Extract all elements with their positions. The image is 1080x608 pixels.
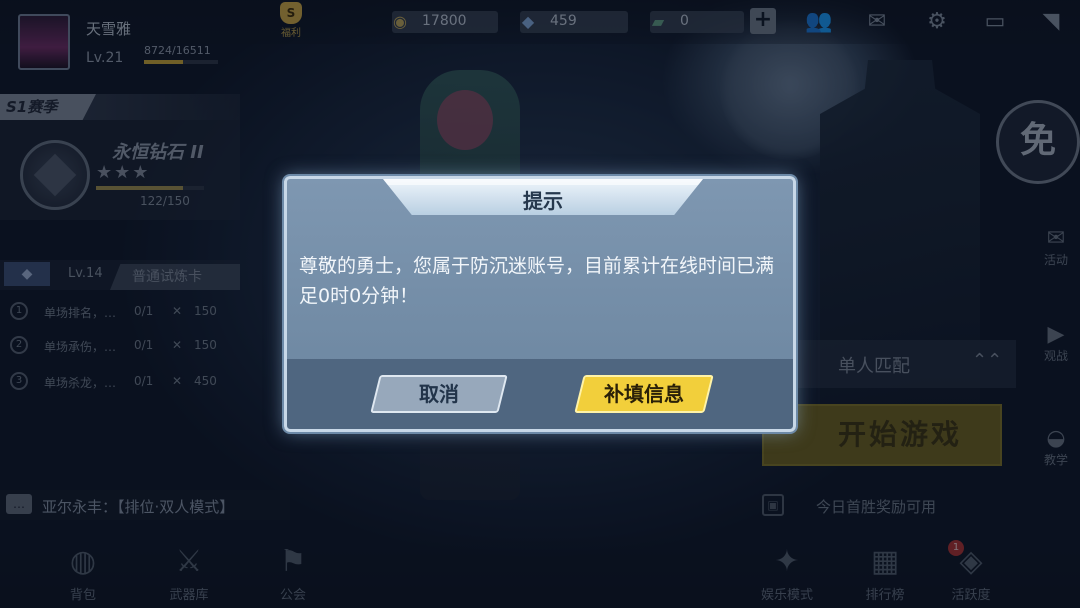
dialog-header: 提示 [383, 179, 703, 215]
dialog-message: 尊敬的勇士，您属于防沉迷账号，目前累计在线时间已满足0时0分钟！ [299, 255, 775, 307]
cancel-label: 取消 [419, 382, 459, 406]
cancel-button[interactable]: 取消 [370, 375, 508, 413]
anti-addiction-dialog: 提示 尊敬的勇士，您属于防沉迷账号，目前累计在线时间已满足0时0分钟！ 取消 补… [284, 176, 796, 432]
fill-info-button[interactable]: 补填信息 [574, 375, 714, 413]
dialog-footer [287, 359, 793, 429]
fill-info-label: 补填信息 [604, 382, 684, 406]
dialog-title: 提示 [523, 189, 563, 213]
